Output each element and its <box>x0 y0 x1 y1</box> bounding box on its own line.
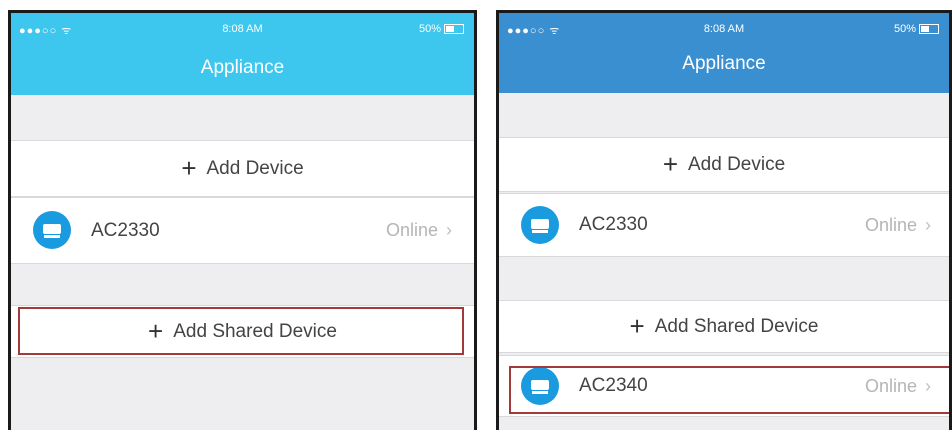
add-device-label: Add Device <box>688 154 786 175</box>
device-status: Online › <box>865 194 931 256</box>
device-row-ac2330[interactable]: AC2330 Online › <box>499 193 949 257</box>
battery-percent: 50% <box>893 23 916 35</box>
add-device-label: Add Device <box>206 158 304 179</box>
device-status-text: Online <box>385 220 438 240</box>
highlight-box <box>509 366 949 414</box>
add-shared-device-button[interactable]: + Add Shared Device <box>499 300 949 353</box>
air-conditioner-icon <box>33 211 71 249</box>
battery-icon <box>919 24 939 35</box>
plus-icon: + <box>662 149 678 179</box>
status-time: 8:08 AM <box>703 23 745 35</box>
app-header: ●●●○○ ᯤ 8:08 AM 50% Appliance <box>11 13 474 95</box>
plus-icon: + <box>181 153 197 183</box>
phone-screen-right: ●●●○○ ᯤ 8:08 AM 50% Appliance + Add Devic… <box>496 10 952 430</box>
device-name: AC2330 <box>579 214 648 235</box>
highlight-box <box>18 307 464 355</box>
app-header: ●●●○○ ᯤ 8:08 AM 50% Appliance <box>499 13 949 93</box>
page-title: Appliance <box>200 57 285 78</box>
air-conditioner-icon <box>521 206 559 244</box>
add-device-button[interactable]: + Add Device <box>11 140 474 197</box>
battery-icon <box>444 24 464 35</box>
phone-screen-left: ●●●○○ ᯤ 8:08 AM 50% Appliance + Add Devic… <box>8 10 477 430</box>
device-row-ac2330[interactable]: AC2330 Online › <box>11 197 474 264</box>
device-status-text: Online <box>864 215 917 235</box>
device-status: Online › <box>386 198 452 263</box>
add-device-button[interactable]: + Add Device <box>499 137 949 192</box>
battery-indicator: 50% <box>419 23 464 35</box>
plus-icon: + <box>629 311 645 341</box>
status-time: 8:08 AM <box>222 23 263 35</box>
battery-indicator: 50% <box>894 23 939 35</box>
add-shared-device-label: Add Shared Device <box>654 316 819 337</box>
status-bar: ●●●○○ ᯤ 8:08 AM 50% <box>499 23 949 39</box>
chevron-right-icon: › <box>446 220 452 240</box>
battery-percent: 50% <box>418 23 441 35</box>
page-title: Appliance <box>682 53 766 74</box>
device-name: AC2330 <box>91 220 160 241</box>
status-bar: ●●●○○ ᯤ 8:08 AM 50% <box>11 23 474 39</box>
chevron-right-icon: › <box>925 215 931 235</box>
